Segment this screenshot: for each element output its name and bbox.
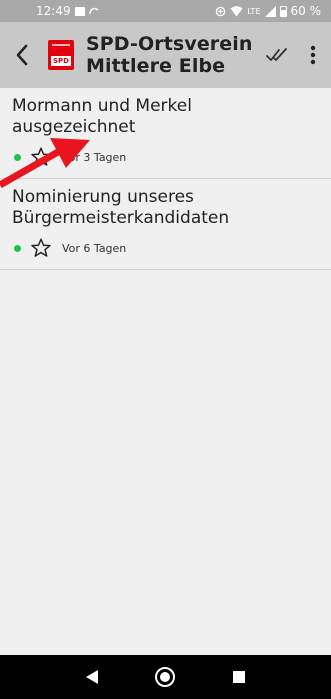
more-vertical-icon — [310, 45, 316, 65]
item-meta: Vor 3 Tagen — [12, 146, 319, 168]
list-item[interactable]: Mormann und Merkel ausgezeichnet Vor 3 T… — [0, 88, 331, 179]
status-right: LTE 60 % — [215, 4, 321, 18]
status-left: 12:49 — [36, 4, 99, 18]
network-type: LTE — [247, 6, 261, 16]
overflow-menu-button[interactable] — [295, 22, 331, 88]
nav-back-button[interactable] — [72, 657, 112, 697]
star-icon[interactable] — [30, 237, 52, 259]
double-check-icon — [266, 48, 287, 61]
list-item[interactable]: Nominierung unseres Bürgermeisterkandida… — [0, 179, 331, 270]
battery-icon — [279, 5, 287, 17]
wifi-icon — [230, 5, 243, 16]
square-recents-icon — [233, 671, 246, 683]
title-line-2: Mittlere Elbe — [86, 55, 226, 77]
unread-dot — [14, 153, 21, 161]
item-meta: Vor 6 Tagen — [12, 237, 319, 259]
back-button[interactable] — [0, 22, 44, 88]
triangle-back-icon — [85, 670, 98, 684]
item-title: Mormann und Merkel ausgezeichnet — [12, 96, 192, 137]
unread-dot — [14, 244, 21, 252]
signal-icon — [264, 5, 276, 17]
page-title: SPD-Ortsverein Mittlere Elbe — [86, 33, 259, 77]
data-saver-icon — [215, 6, 226, 16]
status-bar: 12:49 LTE 60 % — [0, 0, 331, 22]
chevron-left-icon — [16, 44, 28, 66]
spd-logo: SPD — [48, 40, 74, 70]
image-notification-icon — [74, 6, 85, 16]
notification-icon — [88, 7, 99, 15]
app-bar: SPD SPD-Ortsverein Mittlere Elbe — [0, 22, 331, 88]
system-nav-bar — [0, 655, 331, 699]
item-date: Vor 3 Tagen — [62, 150, 127, 164]
mark-all-read-button[interactable] — [259, 22, 295, 88]
nav-recents-button[interactable] — [219, 657, 259, 697]
item-title: Nominierung unseres Bürgermeisterkandida… — [12, 187, 230, 228]
news-list: Mormann und Merkel ausgezeichnet Vor 3 T… — [0, 88, 331, 270]
item-date: Vor 6 Tagen — [62, 241, 127, 255]
battery-percent: 60 % — [290, 4, 322, 18]
logo-stripe — [52, 44, 70, 46]
status-time: 12:49 — [36, 4, 71, 18]
star-icon[interactable] — [30, 146, 52, 168]
title-line-1: SPD-Ortsverein — [86, 33, 253, 55]
logo-text: SPD — [51, 56, 71, 66]
nav-home-button[interactable] — [145, 657, 185, 697]
circle-home-icon — [155, 667, 176, 687]
